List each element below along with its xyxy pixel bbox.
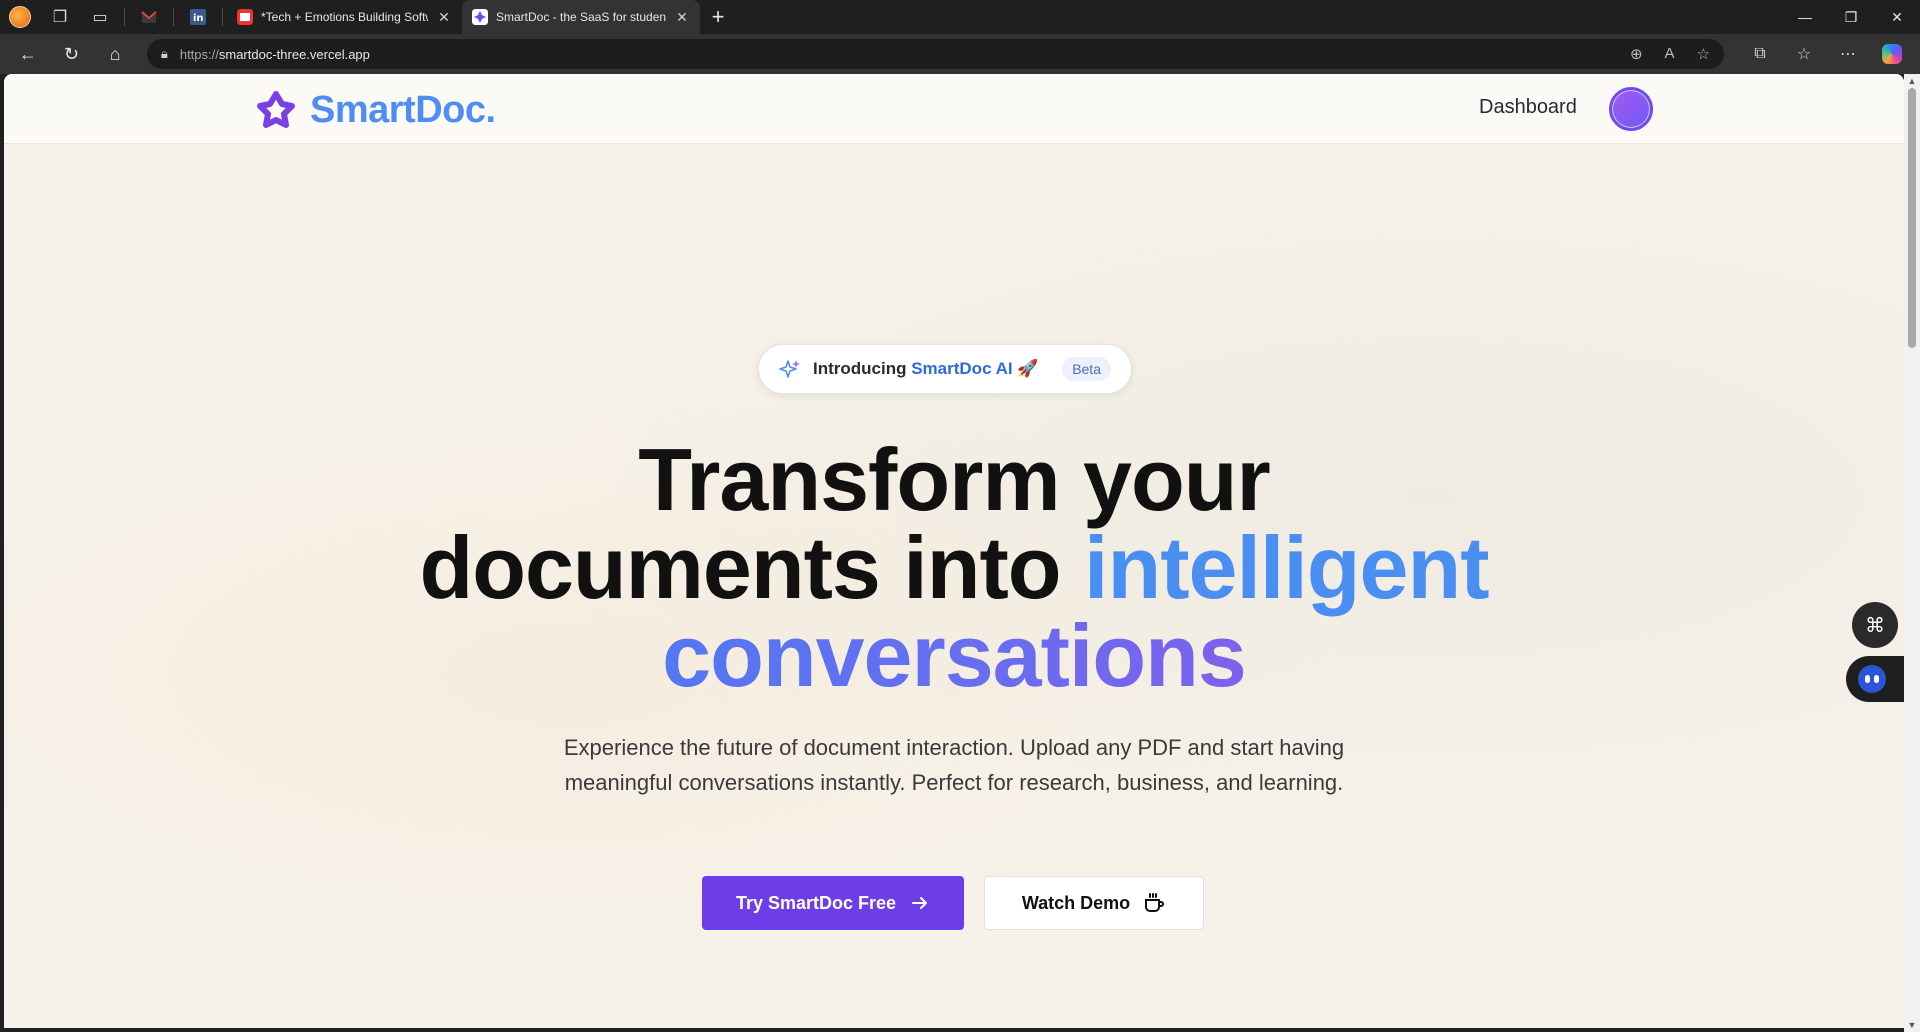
url-host: smartdoc-three.vercel.app: [218, 46, 370, 62]
favorites-icon[interactable]: ☆: [1782, 34, 1826, 74]
read-aloud-icon[interactable]: A: [1665, 45, 1675, 63]
page-scrollbar[interactable]: ▲ ▼: [1904, 74, 1920, 1032]
close-tab-icon[interactable]: ✕: [674, 9, 690, 26]
restore-icon[interactable]: ❐: [1828, 0, 1874, 34]
tab-title: *Tech + Emotions Building Softwa: [261, 10, 428, 24]
pinned-tab-gmail[interactable]: [129, 0, 169, 34]
coffee-cup-icon: [1145, 893, 1165, 912]
logo-text: SmartDoc.: [310, 88, 496, 131]
headline-line-1: Transform your: [638, 430, 1270, 529]
site-header: SmartDoc. Dashboard: [4, 74, 1904, 144]
tab-actions-icon[interactable]: ▭: [80, 0, 120, 34]
tab-tech-emotions[interactable]: *Tech + Emotions Building Softwa ✕: [227, 0, 462, 34]
minimize-icon[interactable]: —: [1782, 0, 1828, 34]
sparkles-icon: [779, 360, 800, 378]
beta-pill: Beta: [1062, 357, 1111, 381]
badge-prefix: Introducing: [813, 359, 907, 378]
bot-icon: [1858, 665, 1886, 693]
url-bar[interactable]: 🔒︎ https://smartdoc-three.vercel.app ⊕ A…: [146, 39, 1725, 69]
headline-accent-text: intelligent: [1084, 518, 1490, 617]
page-viewport: SmartDoc. Dashboard Introducing SmartDoc…: [4, 74, 1904, 1028]
close-tab-icon[interactable]: ✕: [436, 9, 452, 26]
close-window-icon[interactable]: ✕: [1874, 0, 1920, 34]
hero-headline: Transform your documents into intelligen…: [304, 436, 1604, 700]
arrow-right-icon: [912, 897, 928, 909]
command-icon: ⌘: [1865, 614, 1885, 637]
headline-line-2: documents into intelligent: [304, 524, 1604, 612]
try-free-label: Try SmartDoc Free: [735, 892, 897, 913]
watch-demo-button[interactable]: Watch Demo: [984, 876, 1204, 930]
omnibox-actions: ⊕ A ☆: [1630, 45, 1710, 63]
new-tab-button[interactable]: +: [700, 0, 736, 34]
tab-separator: [124, 8, 125, 26]
user-avatar[interactable]: [1609, 87, 1653, 131]
chat-assistant-button[interactable]: [1846, 656, 1904, 702]
url-scheme: https://: [179, 46, 219, 62]
window-controls: — ❐ ✕: [1782, 0, 1920, 34]
copilot-icon: [1882, 44, 1903, 64]
youtube-icon: [237, 9, 253, 25]
announcement-badge[interactable]: Introducing SmartDoc AI 🚀 Beta: [758, 344, 1132, 394]
favorite-star-icon[interactable]: ☆: [1697, 45, 1710, 63]
lock-icon[interactable]: 🔒︎: [161, 46, 168, 62]
watch-demo-label: Watch Demo: [1021, 892, 1131, 913]
browser-address-bar: ← ↻ ⌂ 🔒︎ https://smartdoc-three.vercel.a…: [0, 34, 1920, 74]
headline-dark-text: documents into: [419, 518, 1061, 617]
profile-avatar-icon: [9, 6, 31, 28]
smartdoc-icon: [472, 9, 488, 25]
workspaces-icon[interactable]: ❐: [40, 0, 80, 34]
headline-line-3: conversations: [304, 612, 1604, 700]
copilot-button[interactable]: [1870, 34, 1914, 74]
extensions-icon[interactable]: ⧉: [1738, 34, 1782, 74]
gmail-icon: [141, 11, 157, 23]
zoom-icon[interactable]: ⊕: [1630, 45, 1643, 63]
tab-title: SmartDoc - the SaaS for students: [496, 10, 666, 24]
tab-separator: [222, 8, 223, 26]
hero-subtext: Experience the future of document intera…: [563, 735, 1345, 795]
pinned-tab-linkedin[interactable]: in: [178, 0, 218, 34]
more-menu-icon[interactable]: ⋯: [1826, 34, 1870, 74]
smartdoc-logo-icon: [257, 91, 295, 128]
browser-tab-bar: ❐ ▭ in *Tech + Emotions Building Softwa …: [0, 0, 1920, 34]
url-text: https://smartdoc-three.vercel.app: [180, 47, 370, 62]
tab-smartdoc[interactable]: SmartDoc - the SaaS for students ✕: [462, 0, 700, 34]
nav-dashboard-link[interactable]: Dashboard: [1479, 96, 1577, 119]
site-logo[interactable]: SmartDoc.: [254, 88, 496, 132]
back-icon[interactable]: ←: [6, 34, 50, 74]
profile-button[interactable]: [0, 0, 40, 34]
svg-text:in: in: [193, 13, 204, 24]
badge-brand: SmartDoc AI: [911, 359, 1013, 378]
tab-separator: [173, 8, 174, 26]
try-free-button[interactable]: Try SmartDoc Free: [702, 876, 964, 930]
scroll-thumb[interactable]: [1908, 88, 1916, 348]
rocket-icon: 🚀: [1017, 359, 1039, 378]
home-icon[interactable]: ⌂: [93, 34, 137, 74]
command-menu-button[interactable]: ⌘: [1852, 602, 1898, 648]
scroll-up-icon[interactable]: ▲: [1904, 74, 1920, 88]
toolbar-actions: ⧉ ☆ ⋯: [1738, 34, 1914, 74]
linkedin-icon: in: [190, 9, 206, 25]
badge-text: Introducing SmartDoc AI 🚀: [813, 359, 1039, 379]
scroll-down-icon[interactable]: ▼: [1904, 1018, 1920, 1032]
refresh-icon[interactable]: ↻: [50, 34, 94, 74]
